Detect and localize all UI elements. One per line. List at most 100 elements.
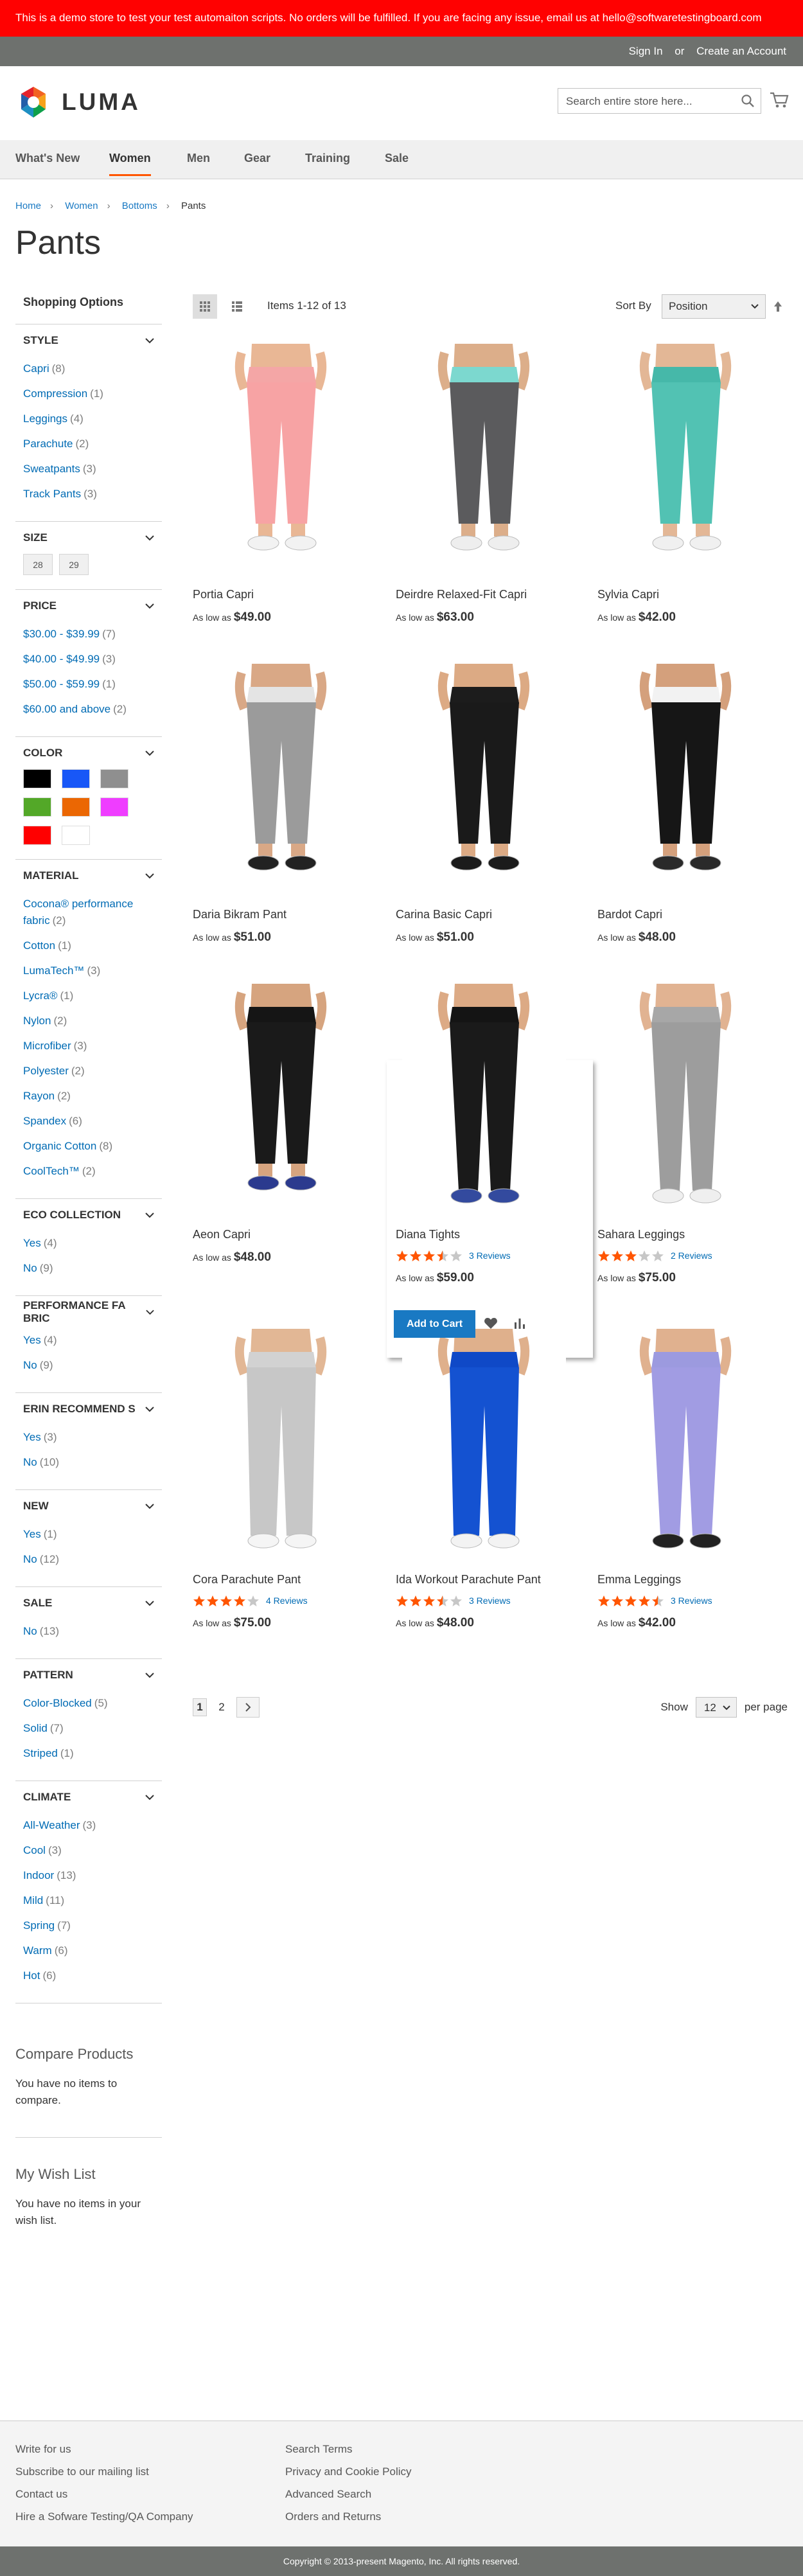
footer-link-hire[interactable]: Hire a Sofware Testing/QA Company: [15, 2505, 193, 2528]
filter-option[interactable]: $40.00 - $49.99 (3): [23, 647, 154, 672]
nav-sale[interactable]: Sale: [385, 152, 409, 165]
filter-option[interactable]: Organic Cotton (8): [23, 1134, 154, 1159]
product-name-link[interactable]: Portia Capri: [193, 588, 395, 601]
product-name-link[interactable]: Aeon Capri: [193, 1228, 395, 1241]
filter-option[interactable]: Parachute (2): [23, 432, 154, 457]
filter-option[interactable]: Nylon (2): [23, 1009, 154, 1034]
nav-whats-new[interactable]: What's New: [15, 152, 80, 165]
next-page-button[interactable]: [236, 1697, 260, 1718]
search-input[interactable]: Search entire store here...: [558, 88, 761, 114]
color-swatch[interactable]: [62, 826, 90, 845]
product-image[interactable]: [402, 1329, 566, 1560]
filter-option[interactable]: Color-Blocked (5): [23, 1691, 154, 1716]
color-swatch[interactable]: [23, 797, 51, 817]
list-view-button[interactable]: [225, 294, 249, 319]
limit-select[interactable]: 12: [695, 1697, 737, 1718]
footer-link-subscribe[interactable]: Subscribe to our mailing list: [15, 2460, 193, 2483]
product-image[interactable]: [604, 664, 768, 895]
color-swatch[interactable]: [100, 797, 128, 817]
filter-title-eco[interactable]: Eco Collection: [23, 1199, 154, 1231]
filter-option[interactable]: Track Pants (3): [23, 482, 154, 507]
color-swatch[interactable]: [62, 797, 90, 817]
color-swatch[interactable]: [62, 769, 90, 788]
filter-option[interactable]: Cotton (1): [23, 934, 154, 959]
nav-training[interactable]: Training: [305, 152, 350, 165]
filter-option[interactable]: Capri (8): [23, 357, 154, 382]
page-2-link[interactable]: 2: [216, 1698, 227, 1716]
product-name-link[interactable]: Ida Workout Parachute Pant: [396, 1573, 598, 1586]
nav-men[interactable]: Men: [187, 152, 210, 165]
filter-option[interactable]: Leggings (4): [23, 407, 154, 432]
filter-option[interactable]: Spring (7): [23, 1914, 154, 1939]
filter-option[interactable]: Cool (3): [23, 1838, 154, 1863]
breadcrumb-women[interactable]: Women: [65, 200, 98, 211]
logo[interactable]: LUMA: [15, 84, 141, 120]
product-image[interactable]: [199, 344, 363, 575]
footer-link-contact[interactable]: Contact us: [15, 2483, 193, 2505]
product-name-link[interactable]: Emma Leggings: [597, 1573, 800, 1586]
cart-icon[interactable]: [770, 91, 789, 109]
product-image[interactable]: [199, 1329, 363, 1560]
reviews-link[interactable]: 3 Reviews: [671, 1595, 712, 1606]
footer-link-orders-returns[interactable]: Orders and Returns: [285, 2505, 412, 2528]
create-account-link[interactable]: Create an Account: [696, 45, 786, 57]
product-name-link[interactable]: Sahara Leggings: [597, 1228, 800, 1241]
filter-option[interactable]: Compression (1): [23, 382, 154, 407]
color-swatch[interactable]: [23, 769, 51, 788]
search-icon[interactable]: [741, 94, 755, 108]
reviews-link[interactable]: 3 Reviews: [469, 1595, 511, 1606]
filter-option[interactable]: Spandex (6): [23, 1109, 154, 1134]
product-image[interactable]: [199, 664, 363, 895]
filter-option[interactable]: No (13): [23, 1619, 154, 1644]
product-image[interactable]: [604, 344, 768, 575]
filter-option[interactable]: Warm (6): [23, 1939, 154, 1964]
filter-title-new[interactable]: New: [23, 1490, 154, 1522]
filter-title-material[interactable]: Material: [23, 860, 154, 892]
filter-option[interactable]: Rayon (2): [23, 1084, 154, 1109]
product-name-link[interactable]: Bardot Capri: [597, 908, 800, 921]
filter-title-price[interactable]: Price: [23, 590, 154, 622]
filter-option[interactable]: Lycra® (1): [23, 984, 154, 1009]
filter-option[interactable]: All-Weather (3): [23, 1813, 154, 1838]
nav-gear[interactable]: Gear: [244, 152, 270, 165]
product-image[interactable]: [402, 344, 566, 575]
product-image[interactable]: [199, 984, 363, 1215]
product-image[interactable]: [402, 984, 566, 1215]
filter-option[interactable]: Microfiber (3): [23, 1034, 154, 1059]
product-name-link[interactable]: Carina Basic Capri: [396, 908, 598, 921]
filter-title-color[interactable]: Color: [23, 737, 154, 769]
sort-direction-icon[interactable]: [773, 301, 783, 312]
reviews-link[interactable]: 3 Reviews: [469, 1250, 511, 1261]
filter-option[interactable]: Yes (3): [23, 1425, 154, 1450]
filter-option[interactable]: $30.00 - $39.99 (7): [23, 622, 154, 647]
filter-option[interactable]: Hot (6): [23, 1964, 154, 1989]
filter-option[interactable]: Polyester (2): [23, 1059, 154, 1084]
footer-link-privacy[interactable]: Privacy and Cookie Policy: [285, 2460, 412, 2483]
filter-option[interactable]: No (10): [23, 1450, 154, 1475]
product-name-link[interactable]: Deirdre Relaxed-Fit Capri: [396, 588, 598, 601]
filter-title-climate[interactable]: Climate: [23, 1781, 154, 1813]
product-image[interactable]: [604, 984, 768, 1215]
filter-title-sale[interactable]: Sale: [23, 1587, 154, 1619]
filter-option[interactable]: $50.00 - $59.99 (1): [23, 672, 154, 697]
product-name-link[interactable]: Daria Bikram Pant: [193, 908, 395, 921]
footer-link-advanced-search[interactable]: Advanced Search: [285, 2483, 412, 2505]
nav-women[interactable]: Women: [109, 152, 151, 176]
sign-in-link[interactable]: Sign In: [629, 45, 663, 57]
add-to-cart-button[interactable]: Add to Cart: [394, 1310, 475, 1338]
filter-option[interactable]: Yes (4): [23, 1231, 154, 1256]
sort-select[interactable]: Position: [662, 294, 766, 319]
filter-option[interactable]: No (9): [23, 1256, 154, 1281]
color-swatch[interactable]: [100, 769, 128, 788]
filter-option[interactable]: $60.00 and above (2): [23, 697, 154, 722]
filter-option[interactable]: Striped (1): [23, 1741, 154, 1766]
breadcrumb-home[interactable]: Home: [15, 200, 41, 211]
filter-title-style[interactable]: Style: [23, 324, 154, 357]
size-option[interactable]: 28: [23, 554, 53, 575]
filter-option[interactable]: Cocona® performance fabric (2): [23, 892, 154, 934]
filter-option[interactable]: Solid (7): [23, 1716, 154, 1741]
product-name-link[interactable]: Diana Tights: [396, 1228, 598, 1241]
filter-option[interactable]: Yes (4): [23, 1328, 154, 1353]
product-name-link[interactable]: Cora Parachute Pant: [193, 1573, 395, 1586]
filter-title-erin[interactable]: Erin Recommend s: [23, 1393, 154, 1425]
